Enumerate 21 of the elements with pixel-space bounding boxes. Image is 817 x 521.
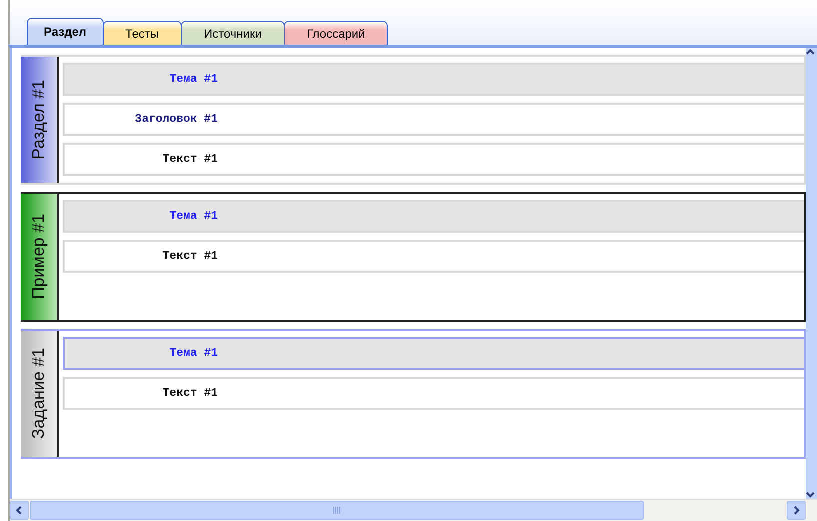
tab[interactable]: Раздел — [27, 18, 104, 45]
content-row[interactable]: Тема #1 — [63, 63, 804, 96]
tab[interactable]: Тесты — [102, 21, 182, 45]
row-text: Текст #1 — [162, 387, 218, 400]
row-text: Тема #1 — [168, 210, 218, 223]
section-label: Пример #1 — [29, 214, 49, 300]
row-text: Заголовок #1 — [134, 113, 218, 126]
section-label: Задание #1 — [29, 348, 49, 440]
row-text: Текст #1 — [162, 153, 218, 166]
content-row[interactable]: Заголовок #1 — [63, 103, 804, 136]
content-row[interactable]: Текст #1 — [63, 143, 804, 176]
content-row[interactable]: Текст #1 — [63, 377, 804, 410]
section-label: Раздел #1 — [29, 80, 49, 160]
row-text: Текст #1 — [162, 250, 218, 263]
content-row[interactable]: Тема #1 — [63, 200, 804, 233]
row-text: Тема #1 — [168, 73, 218, 86]
content-row[interactable]: Текст #1 — [63, 240, 804, 273]
tab[interactable]: Источники — [181, 21, 285, 45]
row-text: Тема #1 — [168, 347, 218, 360]
tab[interactable]: Глоссарий — [284, 21, 388, 45]
content-row[interactable]: Тема #1 — [63, 337, 804, 370]
